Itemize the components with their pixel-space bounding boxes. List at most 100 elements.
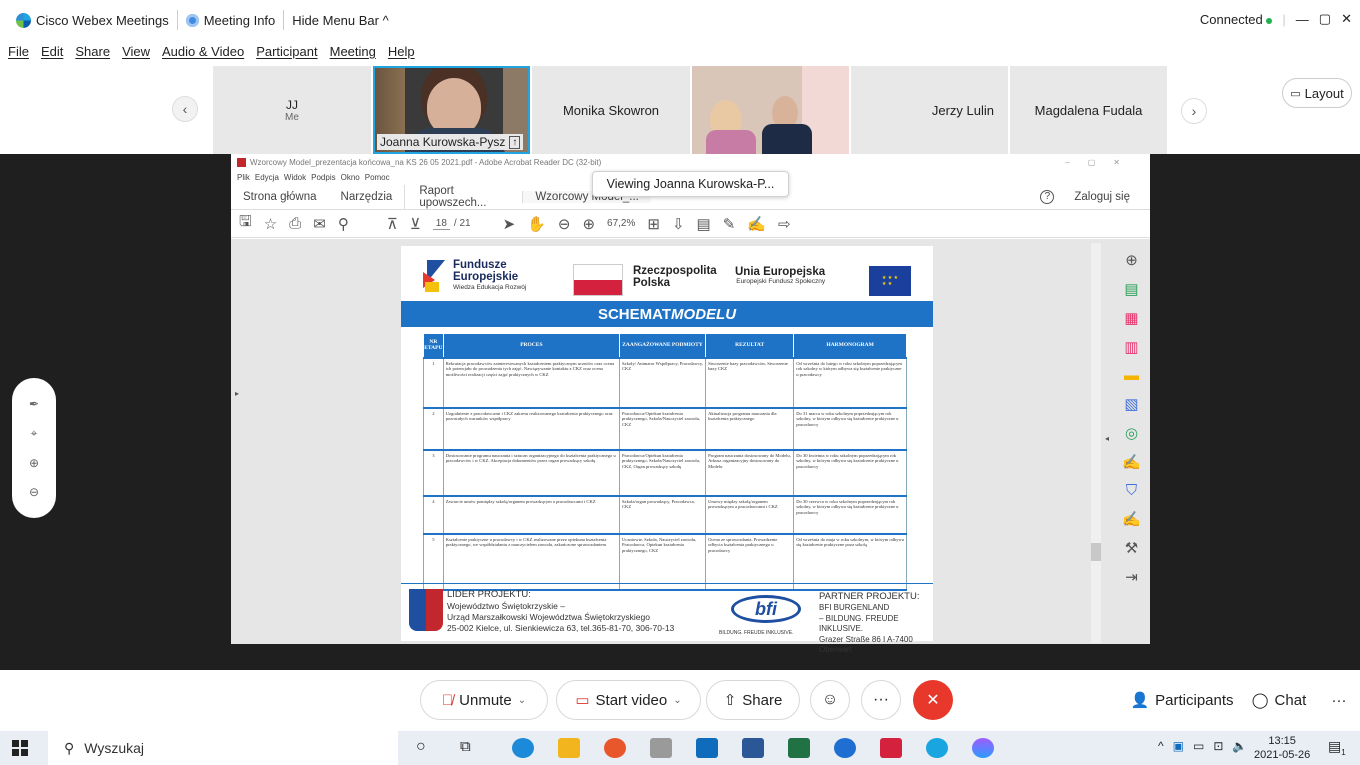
minimize-button[interactable]: — xyxy=(1296,12,1309,27)
layout-button[interactable]: ▭ Layout xyxy=(1282,78,1352,108)
annotate-pen-icon[interactable]: ✒ xyxy=(29,397,39,411)
start-video-button[interactable]: ▭ Start video ⌄ xyxy=(556,680,701,720)
more-panels-button[interactable]: ··· xyxy=(1322,680,1356,720)
expand-left-panel-icon[interactable]: ▸ xyxy=(235,389,239,398)
word-icon[interactable] xyxy=(742,738,764,758)
task-view-icon[interactable]: ⧉ xyxy=(460,738,471,755)
acrobat-menu-pomoc[interactable]: Pomoc xyxy=(365,173,390,182)
chat-button[interactable]: ◯ Chat xyxy=(1240,680,1318,720)
outlook-icon[interactable] xyxy=(696,738,718,758)
network-icon[interactable]: ⊡ xyxy=(1213,739,1223,753)
collapse-tools-icon[interactable]: ⇥ xyxy=(1125,568,1138,586)
scroll-mode-icon[interactable]: ⇩ xyxy=(672,215,685,233)
menu-file[interactable]: File xyxy=(8,44,29,59)
fill-sign-icon[interactable]: ⇨ xyxy=(778,215,791,233)
participants-button[interactable]: 👤 Participants xyxy=(1126,680,1238,720)
zoom-in-tool-icon[interactable]: ⊕ xyxy=(582,215,595,233)
webex-icon[interactable] xyxy=(926,738,948,758)
acrobat-menu-podpis[interactable]: Podpis xyxy=(311,173,335,182)
battery-icon[interactable]: ▭ xyxy=(1193,739,1204,753)
prev-page-icon[interactable]: ⊼ xyxy=(387,215,398,233)
meeting-info-button[interactable]: Meeting Info xyxy=(178,10,285,30)
acrobat-window-controls[interactable]: –▢✕ xyxy=(1065,158,1150,167)
menu-share[interactable]: Share xyxy=(75,44,110,59)
strip-next-button[interactable]: › xyxy=(1181,98,1207,124)
internet-explorer-icon[interactable] xyxy=(834,738,856,758)
participant-tile-jerzy[interactable]: Jerzy Lulin xyxy=(851,66,1008,154)
reactions-button[interactable]: ☺ xyxy=(810,680,850,720)
cortana-icon[interactable]: ○ xyxy=(416,738,426,756)
page-number-input[interactable]: 18 xyxy=(432,218,450,230)
zoom-out-tool-icon[interactable]: ⊖ xyxy=(558,215,571,233)
save-icon[interactable]: 🖫 xyxy=(239,211,252,236)
excel-icon[interactable] xyxy=(788,738,810,758)
menu-participant[interactable]: Participant xyxy=(256,44,317,59)
app-icon[interactable] xyxy=(650,738,672,758)
draw-icon[interactable]: ✍ xyxy=(747,215,766,233)
unmute-button[interactable]: 🎙̸ Unmute ⌄ xyxy=(420,680,548,720)
tab-raport[interactable]: Raport upowszech... xyxy=(404,184,522,209)
highlight-pen-icon[interactable]: ✎ xyxy=(723,215,736,233)
volume-icon[interactable]: 🔈 xyxy=(1232,739,1247,753)
share-button[interactable]: ⇧ Share xyxy=(706,680,800,720)
login-button[interactable]: Zaloguj się xyxy=(1074,191,1130,203)
app-drop-icon[interactable] xyxy=(972,738,994,758)
comment-icon[interactable]: ▤ xyxy=(697,215,711,233)
scrollbar[interactable] xyxy=(1091,243,1101,643)
acrobat-menu-okno[interactable]: Okno xyxy=(341,173,360,182)
compress-icon[interactable]: ◎ xyxy=(1125,424,1138,442)
acrobat-menu-widok[interactable]: Widok xyxy=(284,173,306,182)
comment-tool-icon[interactable]: ▬ xyxy=(1124,367,1139,384)
bookmark-star-icon[interactable]: ☆ xyxy=(264,215,277,233)
pointer-icon[interactable]: ⌖ xyxy=(31,426,38,441)
firefox-icon[interactable] xyxy=(604,738,626,758)
search-icon[interactable]: ⚲ xyxy=(338,215,349,233)
file-explorer-icon[interactable] xyxy=(558,738,580,758)
fit-page-icon[interactable]: ⊞ xyxy=(647,215,660,233)
more-options-button[interactable]: ··· xyxy=(861,680,901,720)
notifications-icon[interactable]: ▤1 xyxy=(1328,738,1346,757)
chevron-up-icon[interactable]: ^ xyxy=(1158,739,1164,753)
outlook-tray-icon[interactable]: ▣ xyxy=(1173,739,1184,753)
print-icon[interactable]: ⎙ xyxy=(289,215,301,232)
participant-tile-monika[interactable]: Monika Skowron xyxy=(532,66,690,154)
taskbar-search[interactable]: ⚲ Wyszukaj xyxy=(48,731,398,765)
hand-tool-icon[interactable]: ✋ xyxy=(527,215,546,233)
export-pdf-icon[interactable]: ▤ xyxy=(1124,280,1138,298)
send-sign-icon[interactable]: ✍ xyxy=(1122,510,1141,528)
tab-strona-glowna[interactable]: Strona główna xyxy=(231,191,329,203)
email-icon[interactable]: ✉ xyxy=(313,215,326,233)
collapse-right-panel-icon[interactable]: ◂ xyxy=(1105,434,1109,443)
clock[interactable]: 13:15 2021-05-26 xyxy=(1254,734,1310,763)
right-zoom-icon[interactable]: ⊕ xyxy=(1125,251,1138,269)
restore-button[interactable]: ▢ xyxy=(1319,11,1331,27)
end-meeting-button[interactable]: ✕ xyxy=(913,680,953,720)
participant-tile-jj[interactable]: JJ Me xyxy=(213,66,371,154)
protect-icon[interactable]: ⛉ xyxy=(1126,482,1137,499)
acrobat-menu-edycja[interactable]: Edycja xyxy=(255,173,279,182)
participant-tile-active-speaker[interactable]: Joanna Kurowska-Pysz ↑ xyxy=(373,66,530,154)
menu-help[interactable]: Help xyxy=(388,44,415,59)
organize-pages-icon[interactable]: ▦ xyxy=(1124,309,1138,327)
strip-prev-button[interactable]: ‹ xyxy=(172,96,198,122)
next-page-icon[interactable]: ⊻ xyxy=(410,215,421,233)
acrobat-icon[interactable] xyxy=(880,738,902,758)
menu-meeting[interactable]: Meeting xyxy=(330,44,376,59)
more-tools-icon[interactable]: ⚒ xyxy=(1125,539,1138,557)
help-icon[interactable]: ? xyxy=(1040,189,1055,204)
edge-icon[interactable] xyxy=(512,738,534,758)
menu-view[interactable]: View xyxy=(122,44,150,59)
acrobat-menu-plik[interactable]: Plik xyxy=(237,173,250,182)
windows-start-icon[interactable] xyxy=(12,740,28,756)
select-cursor-icon[interactable]: ➤ xyxy=(503,215,516,233)
participant-tile-magdalena[interactable]: Magdalena Fudala xyxy=(1010,66,1167,154)
menu-audio-video[interactable]: Audio & Video xyxy=(162,44,244,59)
zoom-in-icon[interactable]: ⊕ xyxy=(29,456,39,470)
fill-sign-tool-icon[interactable]: ✍ xyxy=(1122,453,1141,471)
tab-narzedzia[interactable]: Narzędzia xyxy=(329,191,405,203)
zoom-level-select[interactable]: 67,2% xyxy=(607,218,635,229)
combine-files-icon[interactable]: ▧ xyxy=(1124,395,1138,413)
close-button[interactable]: ✕ xyxy=(1341,11,1352,27)
create-pdf-icon[interactable]: ▥ xyxy=(1124,338,1138,356)
participant-tile-video[interactable] xyxy=(692,66,849,154)
